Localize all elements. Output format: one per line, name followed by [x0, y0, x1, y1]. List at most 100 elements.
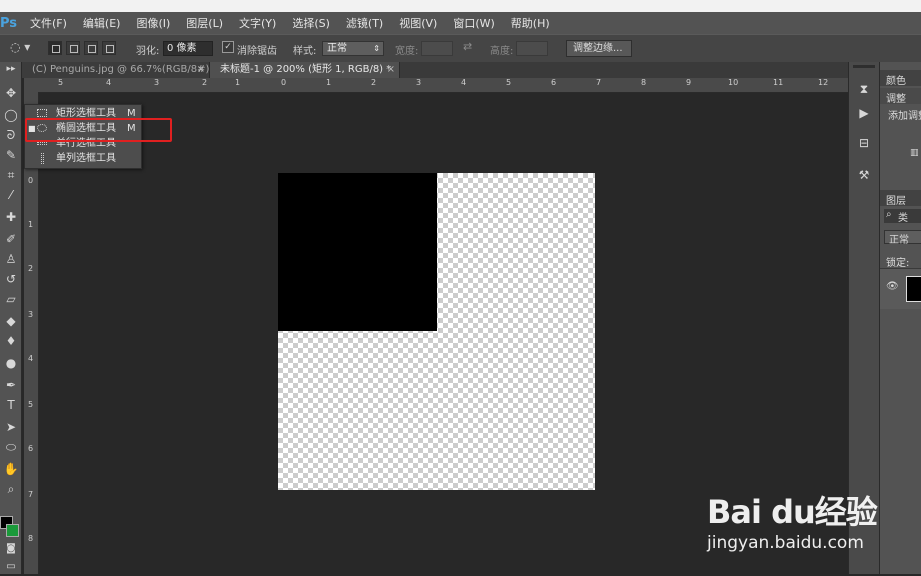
blend-mode-value: 正常	[889, 235, 909, 246]
tab-penguins[interactable]: (C) Penguins.jpg @ 66.7%(RGB/8#) ×	[22, 62, 210, 78]
single-row-marquee-icon	[37, 142, 47, 145]
width-input[interactable]	[421, 41, 453, 56]
window-top-strip	[0, 0, 921, 12]
tool-presets-panel-icon[interactable]: ⚒	[855, 166, 873, 184]
flyout-item-single-col-marquee[interactable]: 单列选框工具	[25, 151, 141, 166]
history-panel-icon[interactable]: ⧗	[855, 80, 873, 98]
type-tool-icon[interactable]: T	[2, 396, 20, 414]
ruler-tick: 0	[281, 78, 287, 87]
style-select-value: 正常	[327, 43, 347, 54]
tab-adjustments[interactable]: 调整	[886, 90, 906, 105]
quick-selection-tool-icon[interactable]: ✎	[2, 146, 20, 164]
width-label: 宽度:	[395, 46, 419, 57]
ruler-tick: 7	[28, 490, 34, 499]
clone-stamp-tool-icon[interactable]: ♙	[2, 250, 20, 268]
marquee-preset-icon[interactable]: ◌ ▾	[10, 40, 30, 54]
eyedropper-tool-icon[interactable]: ⁄	[2, 186, 20, 204]
crop-tool-icon[interactable]: ⌗	[2, 166, 20, 184]
swap-dimensions-icon[interactable]: ⇄	[463, 40, 472, 53]
history-brush-tool-icon[interactable]: ↺	[2, 270, 20, 288]
app-logo: Ps	[0, 15, 18, 31]
single-column-marquee-icon	[41, 153, 44, 164]
ellipse-marquee-tool-icon[interactable]: ◯	[2, 106, 20, 124]
filter-kind-label: 类	[898, 213, 908, 224]
pen-tool-icon[interactable]: ✒	[2, 376, 20, 394]
screen-mode-icon[interactable]: ▭	[2, 558, 20, 576]
menu-filter[interactable]: 滤镜(T)	[346, 15, 383, 31]
flyout-item-label: 单列选框工具	[56, 153, 116, 164]
add-adjustment-label: 添加调整	[888, 111, 921, 122]
ruler-origin[interactable]	[24, 78, 38, 92]
ruler-tick: 0	[28, 176, 34, 185]
tab-layers[interactable]: 图层	[886, 192, 906, 207]
menu-layer[interactable]: 图层(L)	[186, 15, 223, 31]
brush-tool-icon[interactable]: ✐	[2, 230, 20, 248]
layer-filter-search[interactable]: ⌕ 类	[884, 209, 921, 224]
layer-row[interactable]: 👁	[880, 268, 921, 309]
ruler-tick: 5	[506, 78, 512, 87]
horizontal-ruler[interactable]: 5 4 3 2 1 0 1 2 3 4 5 6 7 8 9 10 11 12	[38, 78, 848, 93]
path-selection-tool-icon[interactable]: ➤	[2, 418, 20, 436]
tab-color[interactable]: 颜色	[886, 72, 906, 87]
search-icon: ⌕	[886, 209, 892, 220]
baidu-jingyan-watermark: Bai du经验	[707, 493, 878, 531]
feather-input[interactable]: 0 像素	[163, 41, 213, 56]
lasso-tool-icon[interactable]: ᘐ	[2, 126, 20, 144]
quick-mask-icon[interactable]: ◙	[2, 540, 20, 558]
ruler-tick: 4	[28, 354, 34, 363]
close-icon[interactable]: ×	[197, 62, 205, 78]
ruler-tick: 5	[58, 78, 64, 87]
layer-thumbnail	[906, 276, 921, 302]
height-input[interactable]	[516, 41, 548, 56]
paint-bucket-tool-icon[interactable]: ◆	[2, 312, 20, 330]
hand-tool-icon[interactable]: ✋	[2, 460, 20, 478]
ruler-tick: 4	[461, 78, 467, 87]
chevron-updown-icon: ⇕	[373, 44, 380, 53]
menu-edit[interactable]: 编辑(E)	[83, 15, 121, 31]
ruler-tick: 8	[28, 534, 34, 543]
add-selection-icon[interactable]	[66, 41, 80, 55]
menu-help[interactable]: 帮助(H)	[511, 15, 550, 31]
feather-label: 羽化:	[136, 46, 160, 57]
ruler-tick: 1	[28, 220, 34, 229]
document-tab-bar: (C) Penguins.jpg @ 66.7%(RGB/8#) × 未标题-1…	[22, 62, 848, 78]
close-icon[interactable]: ×	[387, 62, 395, 78]
new-selection-icon[interactable]	[48, 41, 62, 55]
tab-label: 未标题-1 @ 200% (矩形 1, RGB/8) *	[220, 64, 392, 75]
ruler-tick: 4	[106, 78, 112, 87]
dodge-tool-icon[interactable]: ●	[2, 354, 20, 372]
subtract-selection-icon[interactable]	[84, 41, 98, 55]
menu-image[interactable]: 图像(I)	[136, 15, 170, 31]
tab-untitled-1[interactable]: 未标题-1 @ 200% (矩形 1, RGB/8) * ×	[210, 62, 400, 78]
healing-brush-tool-icon[interactable]: ✚	[2, 208, 20, 226]
black-rectangle-shape[interactable]	[278, 173, 437, 331]
menu-view[interactable]: 视图(V)	[399, 15, 437, 31]
eraser-tool-icon[interactable]: ▱	[2, 290, 20, 308]
intersect-selection-icon[interactable]	[102, 41, 116, 55]
ruler-tick: 3	[416, 78, 422, 87]
properties-panel-icon[interactable]: ⊟	[855, 134, 873, 152]
zoom-tool-icon[interactable]: ⌕	[2, 480, 20, 498]
antialias-checkbox[interactable]: ✓	[222, 41, 234, 53]
height-label: 高度:	[490, 46, 514, 57]
dock-grip[interactable]	[853, 65, 875, 68]
ellipse-shape-tool-icon[interactable]: ⬭	[2, 438, 20, 456]
collapse-arrows-icon[interactable]: ▸▸	[2, 64, 20, 74]
menu-type[interactable]: 文字(Y)	[239, 15, 276, 31]
visibility-eye-icon[interactable]: 👁	[886, 281, 899, 292]
move-tool-icon[interactable]: ✥	[2, 84, 20, 102]
refine-edge-button[interactable]: 调整边缘...	[566, 40, 632, 57]
tab-label: (C) Penguins.jpg @ 66.7%(RGB/8#)	[32, 64, 210, 75]
actions-panel-icon[interactable]: ▶	[855, 104, 873, 122]
options-bar: ◌ ▾ 羽化: 0 像素 ✓ 消除锯齿 样式: 正常 ⇕ 宽度: ⇄ 高度: 调整…	[0, 34, 921, 64]
blur-tool-icon[interactable]: ♦	[2, 332, 20, 350]
blend-mode-select[interactable]: 正常	[884, 230, 921, 246]
right-panels: 颜色 调整 添加调整 ▥ 图层 ⌕ 类 正常 锁定: 👁	[879, 62, 921, 574]
background-color-swatch[interactable]	[6, 524, 19, 537]
style-select[interactable]: 正常 ⇕	[322, 41, 384, 56]
menu-window[interactable]: 窗口(W)	[453, 15, 494, 31]
levels-icon[interactable]: ▥	[910, 148, 919, 158]
annotation-highlight-box	[25, 118, 172, 142]
menu-file[interactable]: 文件(F)	[30, 15, 67, 31]
menu-select[interactable]: 选择(S)	[292, 15, 330, 31]
